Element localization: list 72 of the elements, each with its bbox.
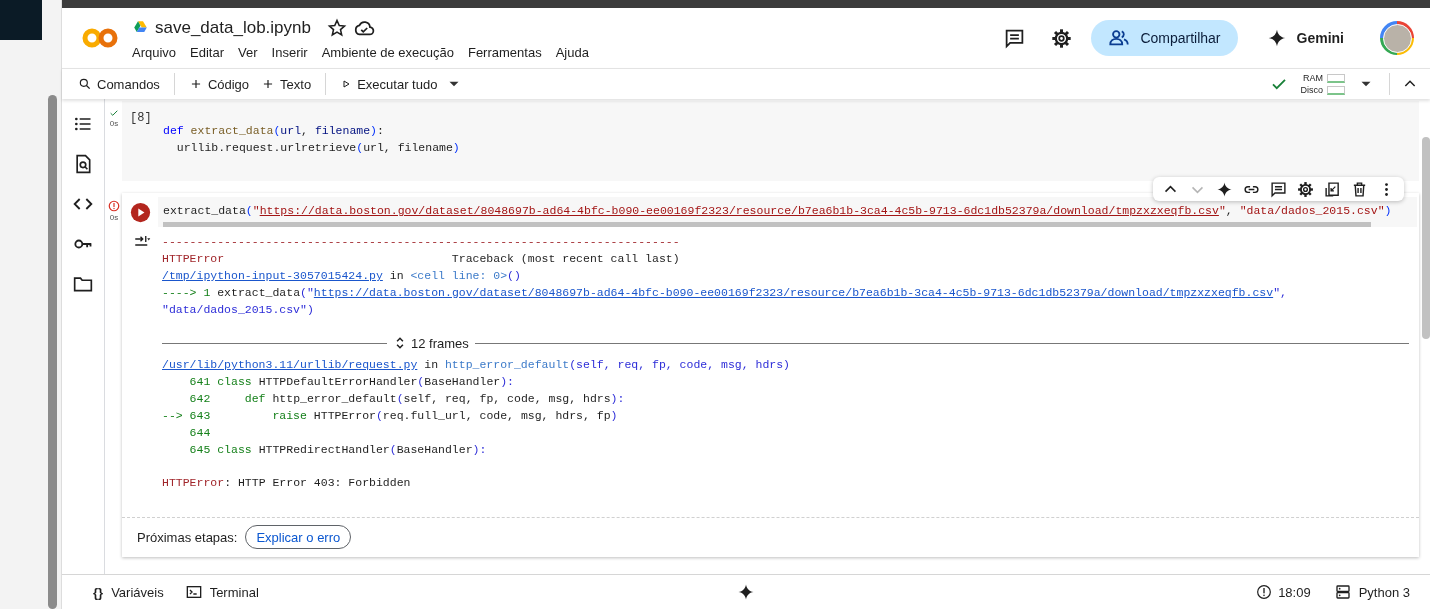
add-text-button[interactable]: Texto [261, 76, 312, 92]
link[interactable]: /tmp/ipython-input-3057015424.py [162, 269, 383, 282]
code-cell[interactable]: [8] def extract_data(url, filename): urllib.request.urlretrieve(url, filename) [122, 101, 1419, 181]
execution-count: [8] [129, 110, 153, 127]
scrollbar[interactable] [48, 95, 57, 609]
link[interactable]: https://data.boston.gov/dataset/8048697b-ad64-4bfc-b090-ee00169f2323/resource/b7ea6b1b-3ca4-4c5b-9713-6dc1db52379a/download/tmpzxzxeqfb.csv [313, 286, 1274, 299]
find-icon[interactable] [73, 154, 93, 174]
comment-icon[interactable] [1270, 180, 1287, 198]
mirror-cell-icon[interactable] [1324, 180, 1341, 198]
share-button[interactable]: Compartilhar [1091, 20, 1238, 56]
code-line: 645 class HTTPRedirectHandler(BaseHandler): [188, 442, 488, 458]
menu-item[interactable]: Ferramentas [467, 42, 549, 62]
menu-item[interactable]: Arquivo [132, 42, 184, 62]
add-code-button[interactable]: Código [188, 76, 250, 92]
terminal-button[interactable]: Terminal [185, 584, 259, 600]
code-line: /usr/lib/python3.11/urllib/request.py in http_error_default(self, req, fp, code, msg, hdrs) [162, 357, 792, 373]
run-button[interactable] [129, 202, 151, 223]
gemini-button[interactable]: Gemini [1260, 27, 1350, 49]
colab-logo[interactable] [82, 27, 118, 49]
code-line: /tmp/ipython-input-3057015424.py in <cell line: 0>() [162, 268, 522, 284]
link[interactable]: https://data.boston.gov/dataset/8048697b-ad64-4bfc-b090-ee00169f2323/resource/b7ea6b1b-3ca4-4c5b-9713-6dc1db52379a/download/tmpzxzxeqfb.csv [259, 204, 1219, 217]
server-icon [1334, 584, 1351, 600]
search-icon [78, 77, 92, 91]
disk-meter [1327, 85, 1345, 95]
code-line: urllib.request.urlretrieve(url, filename) [175, 140, 460, 156]
menu-item[interactable]: Inserir [271, 42, 315, 62]
scrollbar[interactable] [1422, 137, 1430, 339]
settings-icon[interactable] [1297, 180, 1314, 198]
terminal-icon [185, 584, 202, 600]
menu-item[interactable]: Ver [238, 42, 265, 62]
disk-label: Disco [1300, 85, 1323, 95]
run-all-button[interactable]: Executar tudo [340, 76, 438, 92]
ram-meter [1327, 73, 1345, 83]
info-icon [1256, 584, 1273, 600]
menu-item[interactable]: Ambiente de execução [321, 42, 461, 62]
code-line: extract_data("https://data.boston.gov/dataset/8048697b-ad64-4bfc-b090-ee00169f2323/resource/b7ea6b1b-3ca4-4c5b-9713-6dc1db52379a/download/tmpzxzxeqfb.csv", "data/dados_2015.csv") [163, 203, 1393, 219]
runtime-button[interactable]: Python 3 [1334, 584, 1410, 600]
code-line: 641 class HTTPDefaultErrorHandler(BaseHandler): [188, 374, 515, 390]
menu-item[interactable]: Editar [190, 42, 232, 62]
code-line: def extract_data(url, filename): [163, 123, 385, 139]
code-cell[interactable] [122, 193, 1419, 557]
code-line: HTTPError: HTTP Error 403: Forbidden [162, 475, 412, 491]
avatar[interactable] [1380, 21, 1414, 55]
code-line: 644 [188, 425, 212, 441]
execution-time: 0s [109, 119, 119, 128]
execution-time: 0s [109, 213, 119, 222]
drive-icon [132, 20, 149, 35]
gemini-icon[interactable] [737, 583, 755, 601]
code-line: HTTPError Traceback (most recent call last) [162, 251, 681, 267]
next-steps-label: Próximas etapas: [137, 529, 238, 545]
ram-label: RAM [1302, 73, 1323, 83]
comment-icon[interactable] [1004, 27, 1026, 49]
folder-icon[interactable] [73, 274, 93, 294]
code-line: --------------------------------------------------------------------------- [162, 234, 681, 250]
settings-icon[interactable] [1051, 27, 1073, 49]
menu-item[interactable]: Ajuda [555, 42, 596, 62]
execution-time-button[interactable]: 18:09 [1256, 584, 1311, 600]
commands-button[interactable]: Comandos [78, 76, 160, 92]
notebook-title[interactable]: save_data_lob.ipynb [155, 17, 311, 38]
scrollbar[interactable] [163, 222, 1371, 227]
variables-button[interactable]: {} Variáveis [93, 584, 164, 600]
code-line: 642 def http_error_default(self, req, fp, code, msg, hdrs): [188, 391, 626, 407]
code-line: "data/dados_2015.csv") [162, 302, 315, 318]
code-line: --> 643 raise HTTPError(req.full_url, code, msg, hdrs, fp) [162, 408, 619, 424]
code-line: ----> 1 extract_data("https://data.boston.gov/dataset/8048697b-ad64-4bfc-b090-ee00169f2323/resource/b7ea6b1b-3ca4-4c5b-9713-6dc1db52379a/download/tmpzxzxeqfb.csv", [162, 285, 1288, 301]
star-icon[interactable] [326, 17, 347, 38]
link[interactable]: /usr/lib/python3.11/urllib/request.py [162, 358, 418, 371]
background-window [0, 0, 42, 40]
frames-toggle[interactable]: 12 frames [393, 335, 469, 351]
explain-error-button[interactable]: Explicar o erro [245, 525, 352, 549]
delete-icon[interactable] [1351, 180, 1368, 198]
sparkle-icon[interactable] [1216, 180, 1233, 198]
